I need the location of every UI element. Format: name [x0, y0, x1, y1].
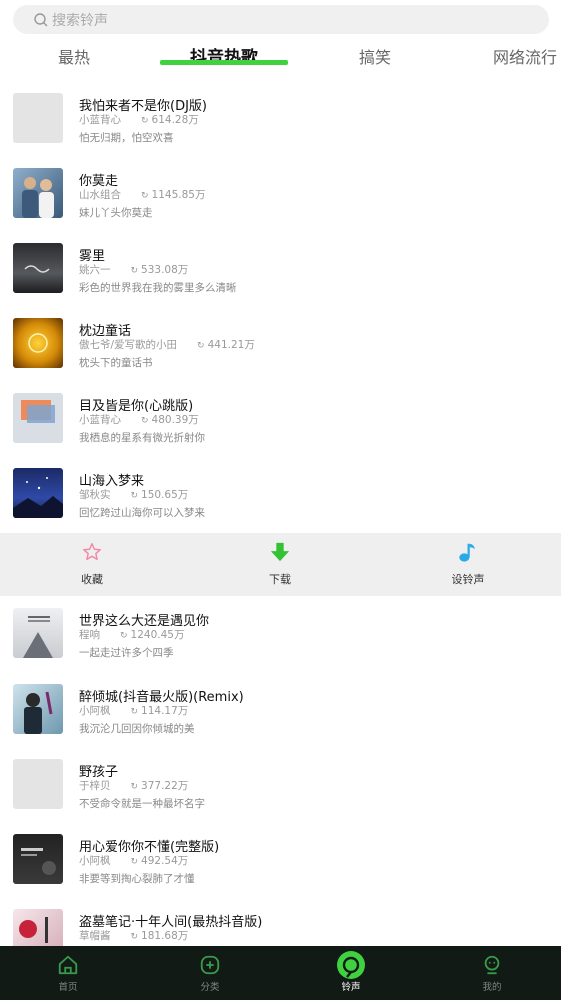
song-meta: 程响 1240.45万	[79, 627, 184, 642]
song-plays: 377.22万	[131, 780, 189, 792]
song-desc: 彩色的世界我在我的雾里多么清晰	[79, 282, 237, 294]
home-icon	[58, 955, 78, 974]
song-plays: 1240.45万	[120, 629, 184, 641]
song-artist: 小阿枫	[79, 855, 111, 867]
search-icon	[34, 12, 48, 26]
song-meta: 傲七爷/爱写歌的小田 441.21万	[79, 337, 255, 352]
song-cover-placeholder	[13, 759, 63, 809]
active-tab-indicator	[160, 60, 288, 65]
song-artist: 邹秋实	[79, 489, 111, 501]
download-label: 下载	[269, 573, 291, 586]
song-cover-placeholder	[13, 93, 63, 143]
nav-mine-label: 我的	[482, 982, 502, 993]
song-plays: 492.54万	[131, 855, 189, 867]
music-note-icon	[459, 543, 475, 562]
set-ringtone-label: 设铃声	[451, 573, 485, 586]
song-cover	[13, 909, 63, 946]
song-cover	[13, 608, 63, 658]
song-cover	[13, 168, 63, 218]
star-icon	[83, 543, 101, 561]
song-plays: 533.08万	[131, 264, 189, 276]
ringtone-icon	[337, 950, 365, 979]
search-placeholder: 搜索铃声	[52, 12, 108, 29]
song-desc: 非要等到掏心裂肺了才懂	[79, 873, 195, 885]
plus-square-icon	[200, 955, 220, 974]
song-cover	[13, 684, 63, 734]
song-item[interactable]: 野孩子 于梓贝377.22万 不受命令就是一种最坏名字	[0, 759, 561, 834]
song-desc: 我沉沦几回因你倾城的美	[79, 723, 195, 735]
song-cover	[13, 318, 63, 368]
profile-icon	[484, 955, 500, 974]
song-artist: 小阿枫	[79, 705, 111, 717]
song-item[interactable]: 你莫走 山水组合1145.85万 妹儿丫头你莫走	[0, 168, 561, 243]
favorite-button[interactable]: 收藏	[52, 541, 132, 587]
song-desc: 妹儿丫头你莫走	[79, 207, 153, 219]
song-plays: 150.65万	[131, 489, 189, 501]
tab-hot[interactable]: 最热	[58, 44, 90, 68]
tab-internet-popular[interactable]: 网络流行	[493, 44, 557, 68]
favorite-label: 收藏	[81, 573, 103, 586]
song-artist: 姚六一	[79, 264, 111, 276]
song-artist: 程响	[79, 629, 100, 641]
song-meta: 山水组合 1145.85万	[79, 187, 205, 202]
song-plays: 1145.85万	[141, 189, 205, 201]
song-action-bar: 收藏 下载 设铃声	[0, 533, 561, 596]
song-desc: 一起走过许多个四季	[79, 647, 174, 659]
song-plays: 114.17万	[131, 705, 189, 717]
nav-home[interactable]: 首页	[28, 952, 108, 993]
song-plays: 614.28万	[141, 114, 199, 126]
song-meta: 小阿枫 114.17万	[79, 703, 188, 718]
song-meta: 于梓贝 377.22万	[79, 778, 188, 793]
song-artist: 傲七爷/爱写歌的小田	[79, 339, 178, 351]
song-artist: 草帽酱	[79, 930, 111, 942]
song-item[interactable]: 世界这么大还是遇见你 程响1240.45万 一起走过许多个四季	[0, 608, 561, 683]
song-artist: 山水组合	[79, 189, 121, 201]
song-desc: 不受命令就是一种最坏名字	[79, 798, 205, 810]
song-meta: 姚六一 533.08万	[79, 262, 188, 277]
song-meta: 邹秋实 150.65万	[79, 487, 188, 502]
song-desc: 枕头下的童话书	[79, 357, 153, 369]
download-button[interactable]: 下载	[240, 541, 320, 587]
song-item[interactable]: 目及皆是你(心跳版) 小蓝背心480.39万 我栖息的星系有微光折射你	[0, 393, 561, 468]
set-ringtone-button[interactable]: 设铃声	[428, 541, 508, 587]
bottom-nav: 首页 分类 铃声 我的	[0, 946, 561, 1000]
song-item[interactable]: 雾里 姚六一533.08万 彩色的世界我在我的雾里多么清晰	[0, 243, 561, 318]
song-artist: 小蓝背心	[79, 114, 121, 126]
song-cover	[13, 243, 63, 293]
song-desc: 怕无归期，怕空欢喜	[79, 132, 174, 144]
song-meta: 小蓝背心 480.39万	[79, 412, 199, 427]
search-bar[interactable]: 搜索铃声	[13, 5, 549, 34]
song-artist: 小蓝背心	[79, 414, 121, 426]
nav-ringtone-label: 铃声	[341, 982, 361, 993]
tab-funny[interactable]: 搞笑	[359, 44, 391, 68]
song-meta: 小阿枫 492.54万	[79, 853, 188, 868]
category-tabs: 最热 抖音热歌 搞笑 网络流行	[0, 36, 561, 72]
nav-ringtone[interactable]: 铃声	[311, 950, 391, 993]
song-desc: 回忆跨过山海你可以入梦来	[79, 507, 205, 519]
song-item[interactable]: 醉倾城(抖音最火版)(Remix) 小阿枫114.17万 我沉沦几回因你倾城的美	[0, 684, 561, 759]
song-cover	[13, 468, 63, 518]
nav-category[interactable]: 分类	[170, 952, 250, 993]
song-item[interactable]: 枕边童话 傲七爷/爱写歌的小田441.21万 枕头下的童话书	[0, 318, 561, 393]
song-plays: 181.68万	[131, 930, 189, 942]
song-item[interactable]: 山海入梦来 邹秋实150.65万 回忆跨过山海你可以入梦来	[0, 468, 561, 543]
song-item[interactable]: 我怕来者不是你(DJ版) 小蓝背心614.28万 怕无归期，怕空欢喜	[0, 93, 561, 168]
download-arrow-icon	[270, 542, 290, 562]
nav-home-label: 首页	[58, 982, 78, 993]
nav-mine[interactable]: 我的	[452, 952, 532, 993]
song-plays: 480.39万	[141, 414, 199, 426]
song-meta: 草帽酱 181.68万	[79, 928, 188, 943]
song-desc: 我栖息的星系有微光折射你	[79, 432, 205, 444]
song-artist: 于梓贝	[79, 780, 111, 792]
song-cover	[13, 834, 63, 884]
nav-category-label: 分类	[200, 982, 220, 993]
song-meta: 小蓝背心 614.28万	[79, 112, 199, 127]
song-cover	[13, 393, 63, 443]
song-item[interactable]: 用心爱你你不懂(完整版) 小阿枫492.54万 非要等到掏心裂肺了才懂	[0, 834, 561, 909]
song-plays: 441.21万	[197, 339, 255, 351]
